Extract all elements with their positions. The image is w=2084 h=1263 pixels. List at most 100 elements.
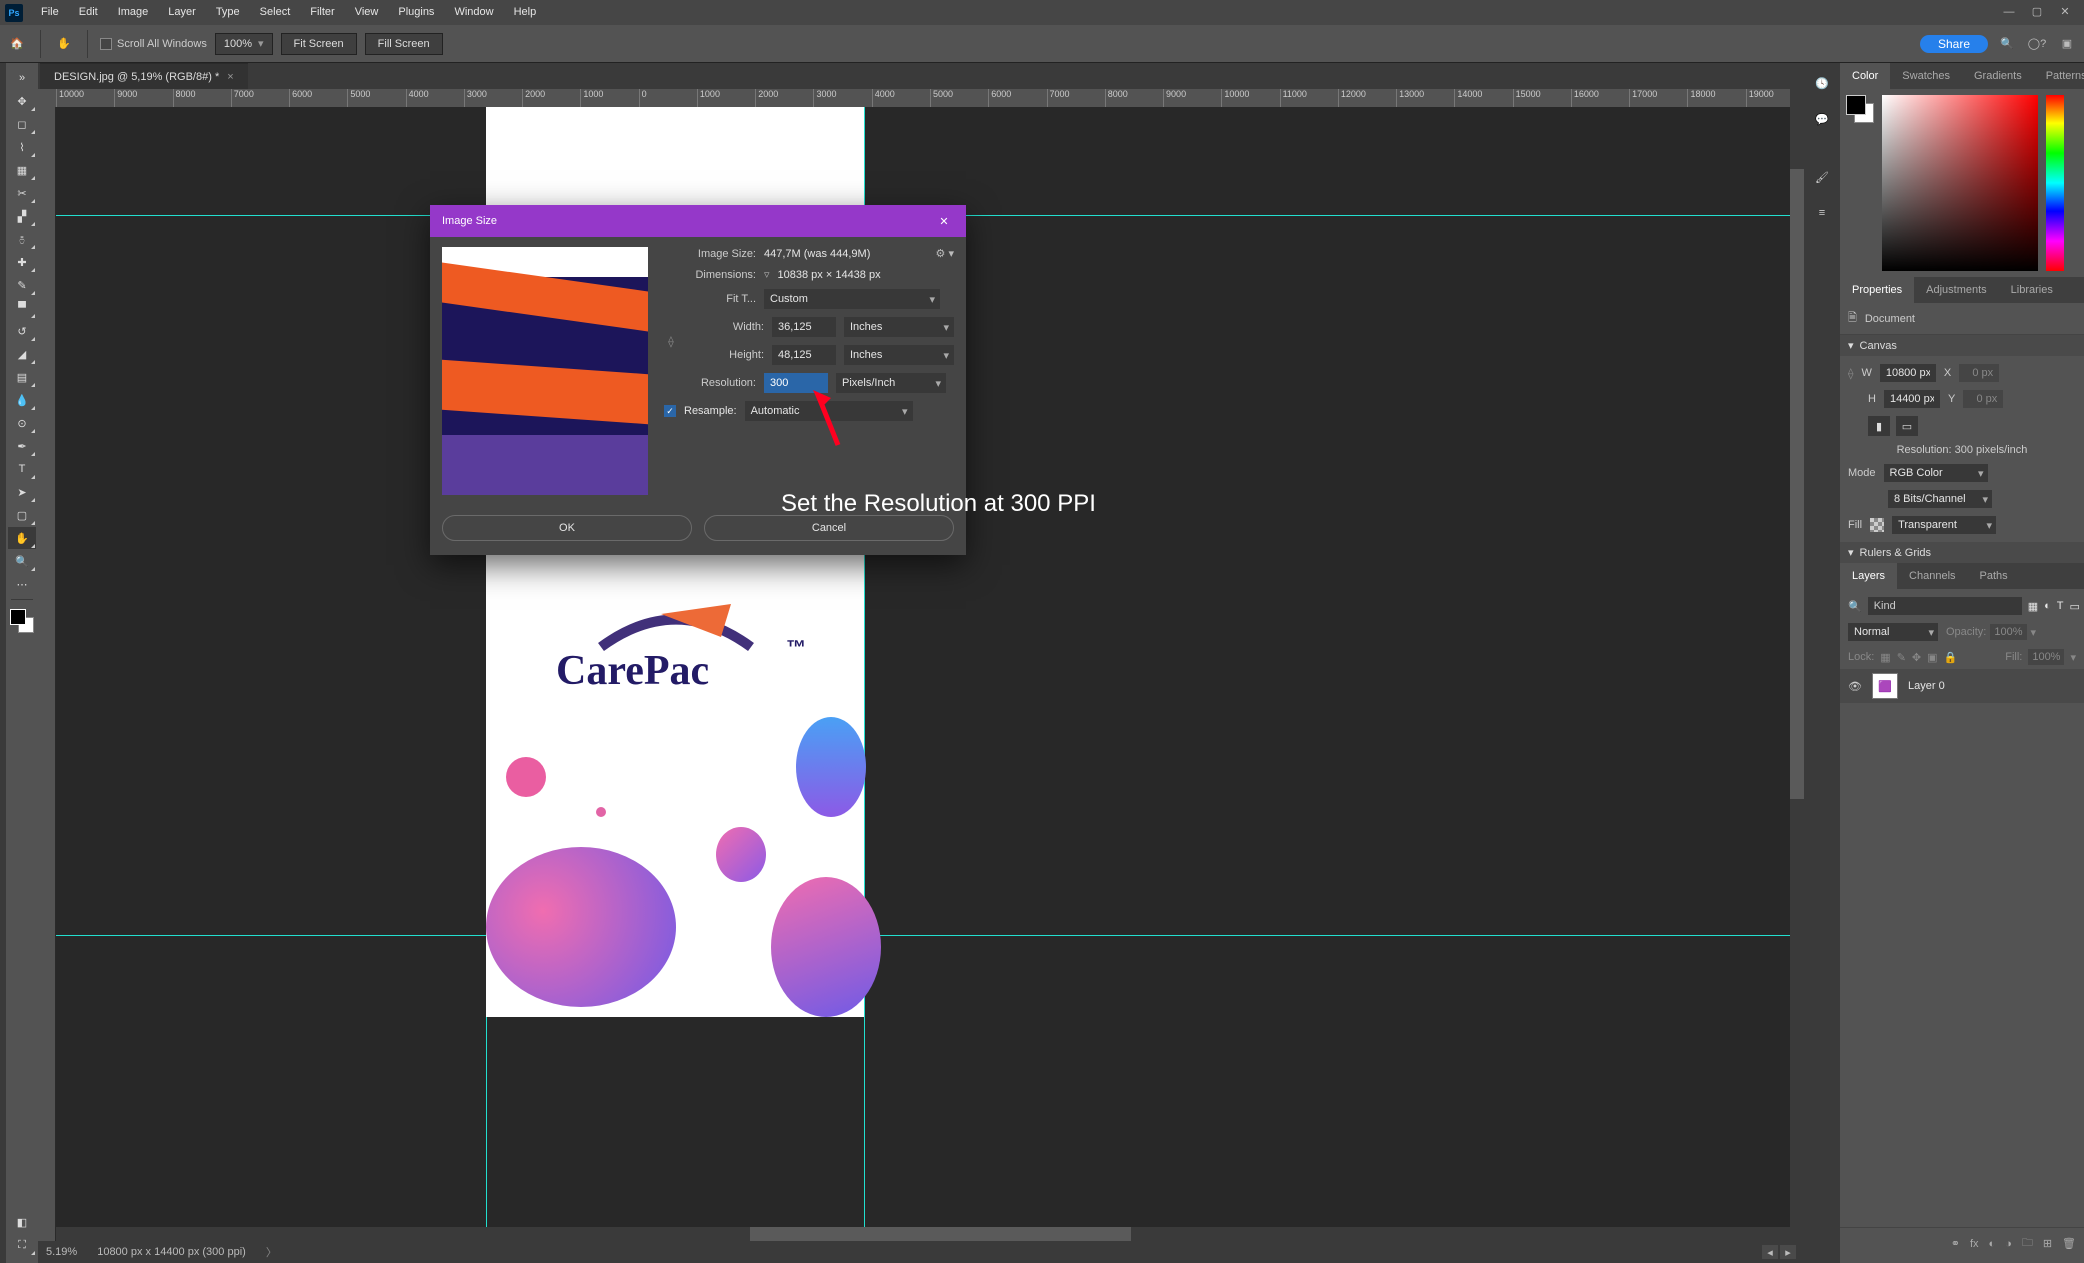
- bit-depth-select[interactable]: 8 Bits/Channel: [1888, 490, 1992, 508]
- orient-landscape-icon[interactable]: ▭: [1896, 416, 1918, 436]
- width-field[interactable]: [1880, 364, 1936, 382]
- history-panel-icon[interactable]: 🕓: [1810, 71, 1834, 95]
- menu-plugins[interactable]: Plugins: [388, 0, 444, 25]
- width-input[interactable]: [772, 317, 836, 337]
- share-button[interactable]: Share: [1920, 35, 1988, 53]
- comments-panel-icon[interactable]: 💬: [1810, 107, 1834, 131]
- layer-fx-icon[interactable]: fx: [1970, 1238, 1979, 1250]
- filter-adjust-icon[interactable]: ◐: [2044, 600, 2051, 612]
- resolution-input[interactable]: [764, 373, 828, 393]
- menu-window[interactable]: Window: [444, 0, 503, 25]
- tab-channels[interactable]: Channels: [1897, 563, 1967, 589]
- type-tool[interactable]: T: [8, 458, 36, 480]
- color-mode-select[interactable]: RGB Color: [1884, 464, 1988, 482]
- resolution-unit-select[interactable]: Pixels/Inch: [836, 373, 946, 393]
- hand-tool[interactable]: ✋: [8, 527, 36, 549]
- shape-tool[interactable]: ▢: [8, 504, 36, 526]
- brush-settings-panel-icon[interactable]: ≡: [1810, 201, 1834, 225]
- menu-layer[interactable]: Layer: [158, 0, 206, 25]
- eyedropper-tool[interactable]: 𓏊: [8, 228, 36, 250]
- tab-swatches[interactable]: Swatches: [1890, 63, 1962, 89]
- menu-image[interactable]: Image: [108, 0, 159, 25]
- link-layers-icon[interactable]: ⚭: [1951, 1237, 1960, 1250]
- filter-shape-icon[interactable]: ▭: [2070, 600, 2080, 613]
- more-tools-icon[interactable]: ⋯: [8, 573, 36, 595]
- lasso-tool[interactable]: ⌇: [8, 136, 36, 158]
- ok-button[interactable]: OK: [442, 515, 692, 541]
- clone-stamp-tool[interactable]: ▀: [8, 297, 36, 319]
- menu-file[interactable]: File: [31, 0, 69, 25]
- gradient-tool[interactable]: ▤: [8, 366, 36, 388]
- fill-screen-button[interactable]: Fill Screen: [365, 33, 443, 55]
- brushes-panel-icon[interactable]: 🖌: [1810, 165, 1834, 189]
- dimensions-dropdown-icon[interactable]: ▿: [764, 268, 770, 281]
- fill-select[interactable]: Transparent: [1892, 516, 1996, 534]
- brush-tool[interactable]: ✎: [8, 274, 36, 296]
- color-fg-bg-swatch[interactable]: [1846, 95, 1874, 123]
- dialog-title-bar[interactable]: Image Size ✕: [430, 205, 966, 237]
- color-field[interactable]: [1882, 95, 2038, 271]
- minimize-button[interactable]: —: [1995, 0, 2023, 25]
- filter-pixels-icon[interactable]: ▦: [2028, 600, 2038, 613]
- home-icon[interactable]: 🏠: [6, 33, 28, 55]
- menu-filter[interactable]: Filter: [300, 0, 344, 25]
- tab-paths[interactable]: Paths: [1968, 563, 2020, 589]
- blend-mode-select[interactable]: Normal: [1848, 623, 1938, 641]
- tab-properties[interactable]: Properties: [1840, 277, 1914, 303]
- canvas-section[interactable]: ▾ Canvas: [1840, 335, 2084, 356]
- hue-slider[interactable]: [2046, 95, 2064, 271]
- scroll-all-windows-checkbox[interactable]: Scroll All Windows: [100, 38, 207, 50]
- eraser-tool[interactable]: ◢: [8, 343, 36, 365]
- lock-transp-icon[interactable]: ▦: [1880, 651, 1890, 664]
- link-wh-icon[interactable]: ⟠: [1848, 367, 1853, 380]
- width-unit-select[interactable]: Inches: [844, 317, 954, 337]
- blur-tool[interactable]: 💧: [8, 389, 36, 411]
- horizontal-scrollbar[interactable]: [56, 1227, 1790, 1241]
- menu-view[interactable]: View: [345, 0, 389, 25]
- help-icon[interactable]: ◯?: [2026, 33, 2048, 55]
- workspace-icon[interactable]: ▣: [2056, 33, 2078, 55]
- dialog-gear-icon[interactable]: ⚙ ▾: [936, 247, 954, 260]
- fit-screen-button[interactable]: Fit Screen: [281, 33, 357, 55]
- layer-fill-value[interactable]: 100%: [2028, 649, 2064, 665]
- dbl-arrow-icon[interactable]: »: [8, 67, 36, 89]
- marquee-tool[interactable]: ◻: [8, 113, 36, 135]
- tab-gradients[interactable]: Gradients: [1962, 63, 2034, 89]
- close-button[interactable]: ✕: [2051, 0, 2079, 25]
- path-select-tool[interactable]: ➤: [8, 481, 36, 503]
- tab-adjustments[interactable]: Adjustments: [1914, 277, 1999, 303]
- color-swatches[interactable]: [10, 609, 34, 633]
- height-input[interactable]: [772, 345, 836, 365]
- cancel-button[interactable]: Cancel: [704, 515, 954, 541]
- tab-layers[interactable]: Layers: [1840, 563, 1897, 589]
- height-field[interactable]: [1884, 390, 1940, 408]
- dialog-close-icon[interactable]: ✕: [934, 211, 954, 231]
- quick-mask-icon[interactable]: ◧: [8, 1211, 36, 1233]
- hand-tool-icon[interactable]: ✋: [53, 33, 75, 55]
- opacity-value[interactable]: 100%: [1990, 624, 2026, 640]
- menu-help[interactable]: Help: [504, 0, 547, 25]
- object-select-tool[interactable]: ▦: [8, 159, 36, 181]
- lock-pos-icon[interactable]: ✥: [1912, 651, 1921, 664]
- layer-mask-icon[interactable]: ◐: [1989, 1238, 1996, 1250]
- new-group-icon[interactable]: 🗀: [2022, 1234, 2033, 1253]
- layer-item[interactable]: 👁 🟪 Layer 0: [1840, 669, 2084, 703]
- height-unit-select[interactable]: Inches: [844, 345, 954, 365]
- healing-brush-tool[interactable]: ✚: [8, 251, 36, 273]
- menu-select[interactable]: Select: [250, 0, 301, 25]
- lock-all-icon[interactable]: 🔒: [1944, 651, 1958, 664]
- vertical-scrollbar[interactable]: [1790, 89, 1804, 1241]
- zoom-input[interactable]: 100%▾: [215, 33, 273, 55]
- rulers-grids-section[interactable]: ▾ Rulers & Grids: [1840, 542, 2084, 563]
- new-layer-icon[interactable]: ⊞: [2043, 1237, 2052, 1250]
- fit-to-select[interactable]: Custom: [764, 289, 940, 309]
- search-icon[interactable]: 🔍: [1996, 33, 2018, 55]
- menu-edit[interactable]: Edit: [69, 0, 108, 25]
- menu-type[interactable]: Type: [206, 0, 250, 25]
- move-tool[interactable]: ✥: [8, 90, 36, 112]
- document-tab[interactable]: DESIGN.jpg @ 5,19% (RGB/8#) * ×: [40, 63, 248, 89]
- resample-select[interactable]: Automatic: [745, 401, 913, 421]
- history-brush-tool[interactable]: ↺: [8, 320, 36, 342]
- filter-type-icon[interactable]: T: [2057, 600, 2064, 612]
- zoom-tool[interactable]: 🔍: [8, 550, 36, 572]
